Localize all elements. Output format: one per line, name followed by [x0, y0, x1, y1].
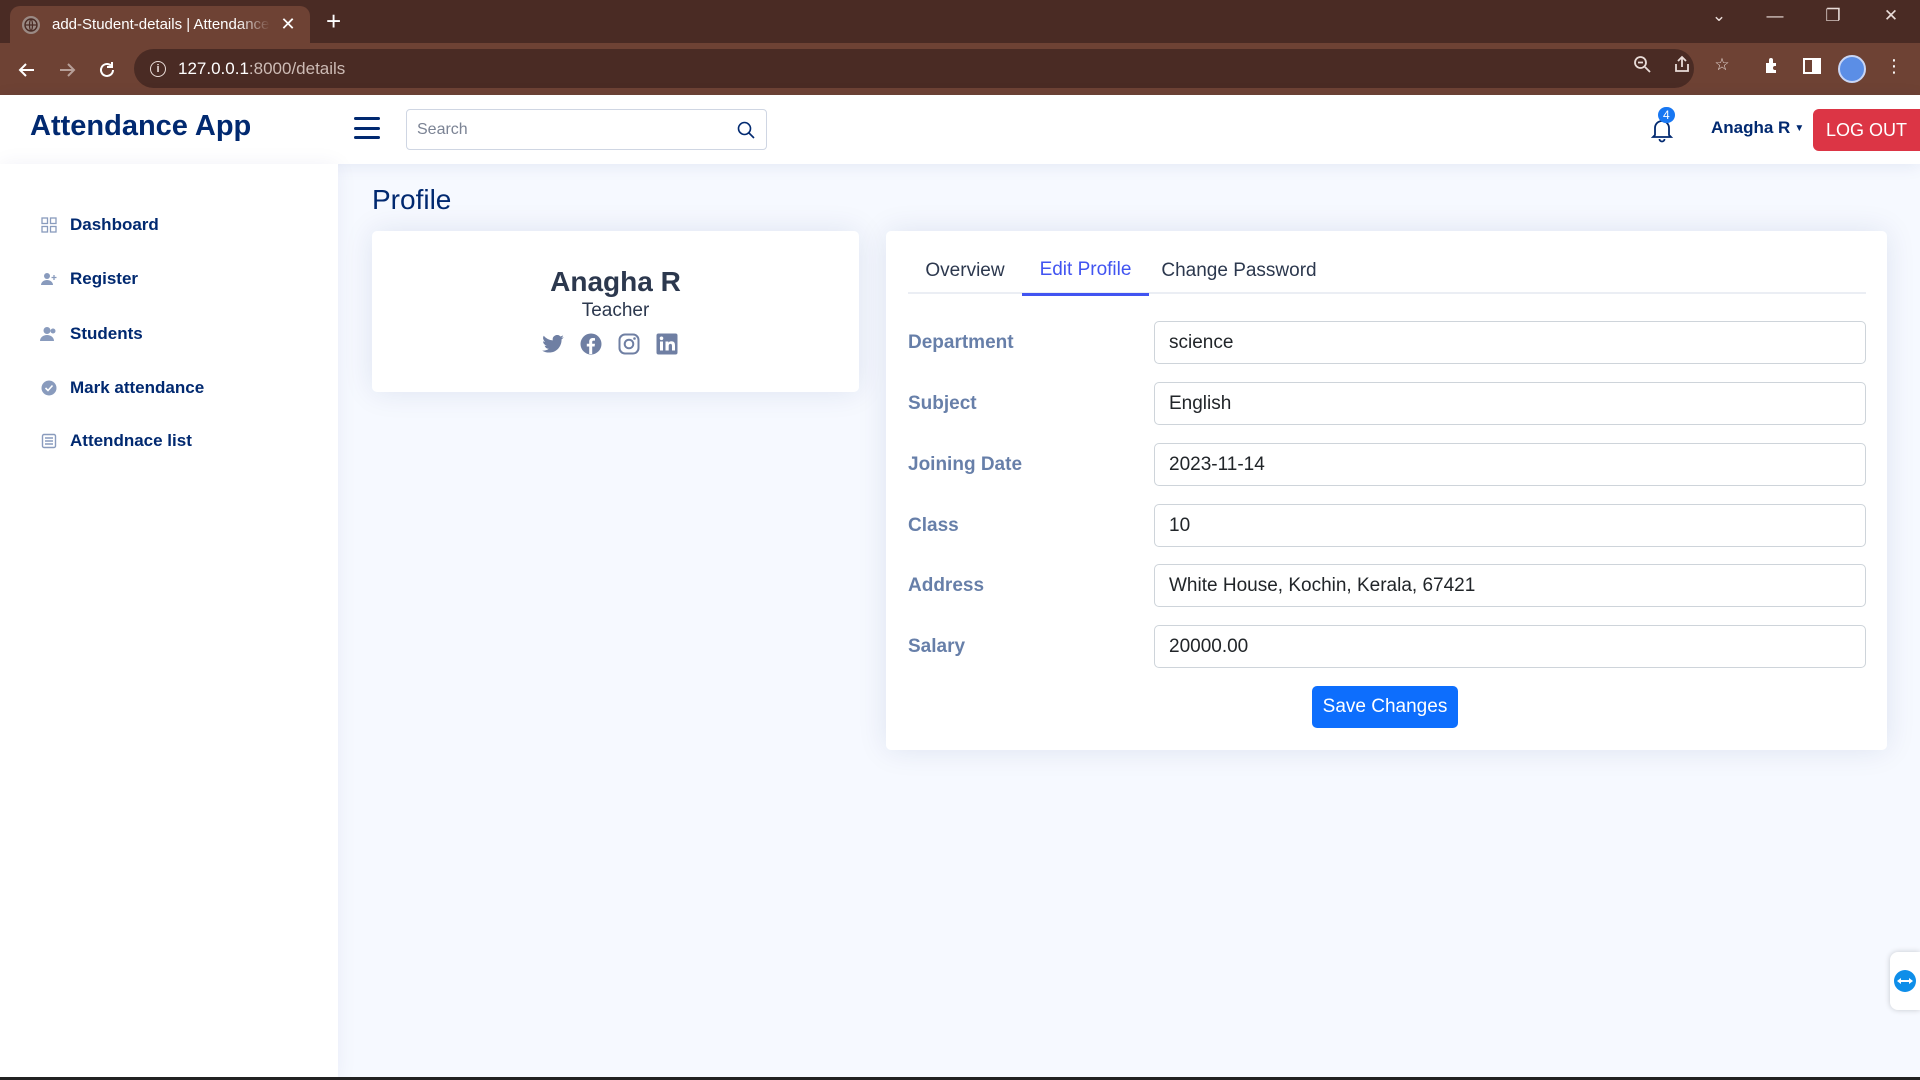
bookmark-star-icon[interactable]: ☆: [1711, 55, 1733, 75]
form-row-joining-date: Joining Date: [908, 443, 1866, 487]
forward-icon[interactable]: [53, 56, 81, 84]
app-logo[interactable]: Attendance App: [30, 110, 251, 143]
form-row-subject: Subject: [908, 382, 1866, 426]
profile-card: Anagha R Teacher: [372, 231, 859, 392]
form-row-class: Class: [908, 504, 1866, 548]
caret-down-icon: ▼: [1794, 122, 1805, 134]
joining-date-input[interactable]: [1154, 443, 1866, 486]
sidebar: Dashboard Register Students Mark attenda…: [0, 164, 338, 1080]
url-path: :8000/details: [248, 58, 346, 78]
share-icon[interactable]: [1671, 55, 1693, 78]
people-icon: [40, 325, 58, 343]
save-changes-button[interactable]: Save Changes: [1312, 686, 1458, 728]
profile-role: Teacher: [581, 300, 650, 321]
browser-profile-avatar[interactable]: [1838, 55, 1866, 83]
subject-label: Subject: [908, 393, 977, 414]
list-icon: [40, 432, 58, 450]
notification-badge: 4: [1658, 107, 1675, 123]
tab-search-icon[interactable]: ⌄: [1699, 6, 1739, 26]
browser-tab-title: add-Student-details | Attendance App: [52, 16, 270, 33]
new-tab-icon[interactable]: +: [326, 8, 341, 34]
facebook-icon[interactable]: [578, 331, 604, 357]
department-input[interactable]: [1154, 321, 1866, 364]
search-input[interactable]: [407, 110, 726, 149]
sidebar-item-register[interactable]: Register: [40, 264, 138, 294]
sidebar-item-label: Students: [70, 324, 143, 343]
tab-overview[interactable]: Overview: [908, 247, 1022, 294]
zoom-icon[interactable]: [1631, 55, 1653, 78]
window-close-icon[interactable]: ✕: [1871, 6, 1911, 26]
browser-toolbar: i 127.0.0.1:8000/details ☆ ⋮: [0, 43, 1920, 95]
grid-icon: [40, 216, 58, 234]
sidebar-item-label: Attendnace list: [70, 431, 192, 450]
salary-label: Salary: [908, 636, 966, 657]
browser-tab-strip: add-Student-details | Attendance App ✕ +…: [0, 0, 1920, 43]
profile-name: Anagha R: [550, 266, 681, 297]
url-host: 127.0.0.1: [178, 58, 249, 78]
remote-support-widget-icon[interactable]: [1890, 952, 1920, 1010]
edit-profile-card: Overview Edit Profile Change Password De…: [886, 231, 1887, 750]
address-input[interactable]: [1154, 564, 1866, 607]
sidebar-item-label: Dashboard: [70, 215, 159, 234]
salary-input[interactable]: [1154, 625, 1866, 668]
browser-tab[interactable]: add-Student-details | Attendance App ✕: [10, 6, 310, 43]
form-row-address: Address: [908, 564, 1866, 608]
tab-edit-profile[interactable]: Edit Profile: [1022, 247, 1149, 296]
side-panel-icon[interactable]: [1799, 56, 1825, 81]
person-plus-icon: [40, 270, 58, 288]
tab-change-password[interactable]: Change Password: [1149, 247, 1329, 294]
linkedin-icon[interactable]: [654, 331, 680, 357]
extensions-icon[interactable]: [1759, 56, 1785, 81]
minimize-icon[interactable]: —: [1755, 6, 1795, 26]
department-label: Department: [908, 332, 1014, 353]
user-menu[interactable]: Anagha R ▼: [1711, 118, 1804, 138]
logout-button[interactable]: LOG OUT: [1813, 109, 1920, 151]
sidebar-toggle-icon[interactable]: [354, 117, 380, 139]
site-info-icon[interactable]: i: [150, 60, 166, 77]
address-bar[interactable]: i 127.0.0.1:8000/details: [134, 49, 1694, 88]
globe-icon: [22, 15, 40, 34]
reload-icon[interactable]: [93, 56, 121, 84]
class-input[interactable]: [1154, 504, 1866, 547]
browser-menu-icon[interactable]: ⋮: [1881, 56, 1907, 77]
form-row-salary: Salary: [908, 625, 1866, 669]
joining-date-label: Joining Date: [908, 454, 1023, 475]
app-header: Attendance App 4 Anagha R ▼ LOG OUT: [0, 95, 1920, 164]
sidebar-item-students[interactable]: Students: [40, 319, 143, 349]
search-icon[interactable]: [726, 121, 766, 139]
instagram-icon[interactable]: [616, 331, 642, 357]
close-tab-icon[interactable]: ✕: [278, 14, 298, 35]
sidebar-item-mark-attendance[interactable]: Mark attendance: [40, 373, 204, 403]
page-title: Profile: [372, 184, 452, 215]
form-row-department: Department: [908, 321, 1866, 365]
sidebar-item-label: Register: [70, 269, 139, 288]
subject-input[interactable]: [1154, 382, 1866, 425]
search-bar: [406, 109, 767, 150]
restore-icon[interactable]: ❐: [1813, 6, 1853, 26]
class-label: Class: [908, 515, 959, 536]
sidebar-item-dashboard[interactable]: Dashboard: [40, 210, 159, 240]
user-name: Anagha R: [1711, 118, 1791, 137]
twitter-icon[interactable]: [540, 331, 566, 357]
sidebar-item-label: Mark attendance: [70, 378, 205, 397]
profile-tabs: Overview Edit Profile Change Password: [908, 247, 1866, 296]
check-circle-icon: [40, 379, 58, 397]
sidebar-item-attendance-list[interactable]: Attendnace list: [40, 426, 192, 456]
address-label: Address: [908, 575, 985, 596]
back-icon[interactable]: [13, 56, 41, 84]
